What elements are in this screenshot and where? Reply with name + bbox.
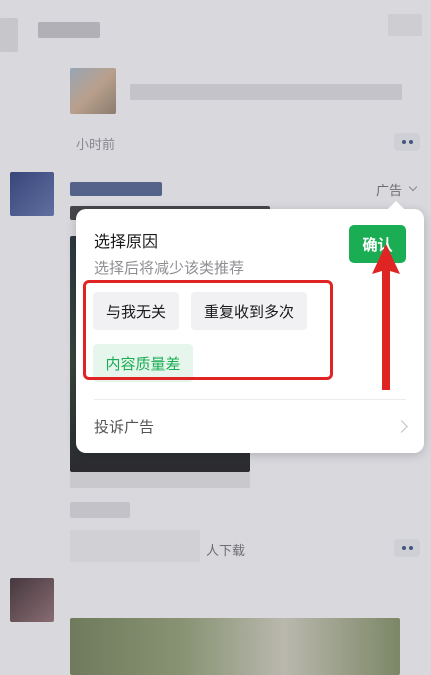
complain-ad-row[interactable]: 投诉广告 <box>76 400 424 453</box>
panel-subtitle: 选择后将减少该类推荐 <box>94 259 245 277</box>
highlight-box <box>83 280 333 380</box>
complain-ad-label: 投诉广告 <box>94 418 155 436</box>
annotation-arrow-icon <box>372 244 400 390</box>
panel-title: 选择原因 <box>94 232 159 251</box>
arrow-head <box>372 244 400 390</box>
chevron-right-icon <box>395 420 408 433</box>
